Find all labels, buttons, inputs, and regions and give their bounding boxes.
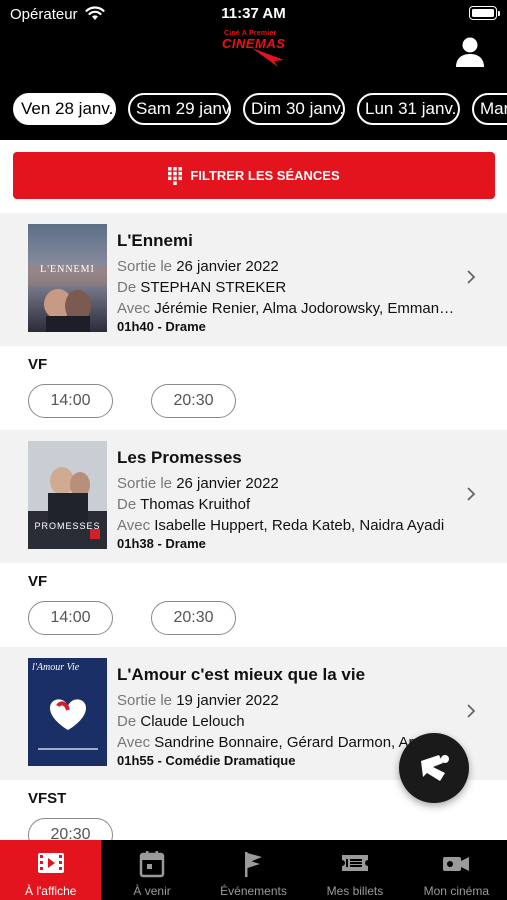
version-label: VF bbox=[28, 356, 48, 373]
logo-name: CINEMAS bbox=[222, 36, 286, 51]
movie-meta: 01h40 - Drame bbox=[117, 319, 206, 334]
date-selector: Ven 28 janv. Sam 29 janv. Dim 30 janv. L… bbox=[0, 90, 507, 130]
version-label: VFST bbox=[28, 790, 67, 807]
date-chip-3[interactable]: Lun 31 janv. bbox=[357, 93, 460, 125]
ticket-icon bbox=[341, 855, 368, 871]
tab-events[interactable]: Événements bbox=[203, 840, 304, 900]
tab-label: À venir bbox=[133, 884, 171, 898]
profile-icon[interactable] bbox=[455, 36, 485, 68]
tab-now-showing[interactable]: À l'affiche bbox=[0, 840, 102, 900]
tab-label: Mon cinéma bbox=[423, 884, 490, 898]
movie-release: Sortie le 26 janvier 2022 bbox=[117, 258, 279, 275]
app-header: Opérateur 11:37 AM Ciné A Premier CINEMA… bbox=[0, 0, 507, 140]
filter-label: FILTRER LES SÉANCES bbox=[190, 168, 340, 183]
clock: 11:37 AM bbox=[221, 5, 286, 22]
status-bar: Opérateur 11:37 AM bbox=[0, 0, 507, 30]
movie-actors: Avec Isabelle Huppert, Reda Kateb, Naidr… bbox=[117, 517, 445, 534]
movie-card[interactable]: PROMESSES Les Promesses Sortie le 26 jan… bbox=[0, 430, 507, 563]
movie-card[interactable]: L'ENNEMI L'Ennemi Sortie le 26 janvier 2… bbox=[0, 213, 507, 346]
movie-release: Sortie le 19 janvier 2022 bbox=[117, 692, 279, 709]
camera-icon bbox=[443, 857, 470, 871]
movie-actors: Avec Jérémie Renier, Alma Jodorowsky, Em… bbox=[117, 300, 457, 317]
showtime-button[interactable]: 20:30 bbox=[151, 601, 236, 635]
tab-label: Événements bbox=[220, 884, 287, 898]
calendar-icon bbox=[139, 851, 165, 878]
date-chip-4[interactable]: Mar 1 févr. bbox=[472, 93, 507, 125]
tab-label: Mes billets bbox=[326, 884, 384, 898]
date-chip-2[interactable]: Dim 30 janv. bbox=[243, 93, 345, 125]
showtime-button[interactable]: 20:30 bbox=[151, 384, 236, 418]
chevron-right-icon bbox=[467, 270, 476, 284]
movie-release: Sortie le 26 janvier 2022 bbox=[117, 475, 279, 492]
date-chip-0[interactable]: Ven 28 janv. bbox=[13, 93, 116, 125]
quick-booking-button[interactable] bbox=[399, 733, 469, 803]
showtime-button[interactable]: 20:30 bbox=[28, 818, 113, 840]
film-icon bbox=[37, 853, 64, 873]
movie-director: De Claude Lelouch bbox=[117, 713, 245, 730]
flag-icon bbox=[244, 852, 262, 877]
poster-title: L'ENNEMI bbox=[40, 264, 95, 275]
movie-director: De STEPHAN STREKER bbox=[117, 279, 287, 296]
version-label: VF bbox=[28, 573, 48, 590]
showtime-button[interactable]: 14:00 bbox=[28, 601, 113, 635]
filter-button[interactable]: FILTRER LES SÉANCES bbox=[13, 152, 495, 199]
tab-my-tickets[interactable]: Mes billets bbox=[304, 840, 405, 900]
date-chip-1[interactable]: Sam 29 janv. bbox=[128, 93, 231, 125]
movie-title: Les Promesses bbox=[117, 448, 242, 467]
movie-director: De Thomas Kruithof bbox=[117, 496, 251, 513]
showtime-button[interactable]: 14:00 bbox=[28, 384, 113, 418]
grid-icon bbox=[168, 166, 183, 185]
tab-upcoming[interactable]: À venir bbox=[101, 840, 202, 900]
movie-poster: l'Amour Vie bbox=[28, 658, 107, 766]
battery-icon bbox=[469, 6, 500, 20]
movie-meta: 01h38 - Drame bbox=[117, 536, 206, 551]
movie-title: L'Ennemi bbox=[117, 231, 193, 250]
poster-title: l'Amour Vie bbox=[32, 662, 80, 673]
cinema-logo[interactable]: Ciné A Premier CINEMAS bbox=[222, 30, 288, 68]
movie-title: L'Amour c'est mieux que la vie bbox=[117, 665, 366, 684]
movie-poster: L'ENNEMI bbox=[28, 224, 107, 332]
chevron-right-icon bbox=[467, 704, 476, 718]
tab-label: À l'affiche bbox=[24, 884, 77, 898]
tab-my-cinema[interactable]: Mon cinéma bbox=[406, 840, 507, 900]
ticket-plane-icon bbox=[421, 755, 449, 781]
movie-poster: PROMESSES bbox=[28, 441, 107, 549]
poster-title: PROMESSES bbox=[34, 521, 101, 531]
tab-bar: À l'affiche À venir Événements Mes bille… bbox=[0, 840, 507, 900]
movie-meta: 01h55 - Comédie Dramatique bbox=[117, 753, 296, 768]
chevron-right-icon bbox=[467, 487, 476, 501]
